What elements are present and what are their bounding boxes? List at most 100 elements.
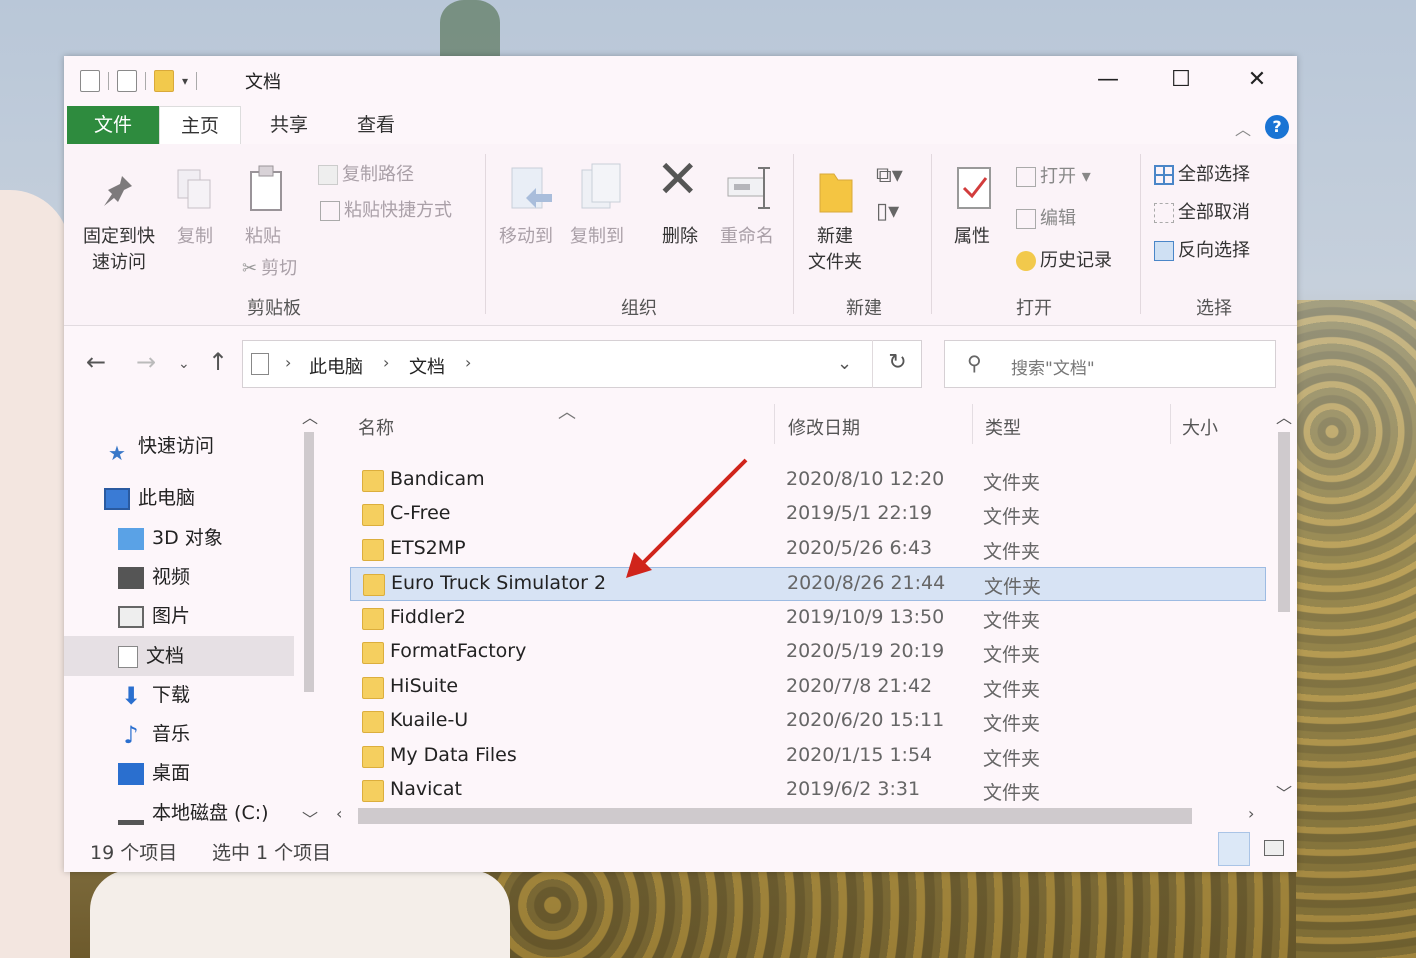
tab-view[interactable]: 查看	[336, 106, 416, 144]
column-header-type[interactable]: 类型	[985, 414, 1021, 440]
file-row-selected[interactable]: Euro Truck Simulator 2 2020/8/26 21:44 文件夹	[350, 567, 1266, 601]
copy-to-button[interactable]: 复制到	[564, 224, 630, 250]
scroll-up-icon[interactable]: ︿	[1276, 404, 1292, 428]
nav-quick-access[interactable]: ★ 快速访问	[108, 429, 214, 465]
nav-3d-objects[interactable]: 3D 对象	[118, 521, 223, 555]
column-separator[interactable]	[774, 404, 775, 444]
address-bar[interactable]: › 此电脑 › 文档 › ⌄	[242, 340, 922, 388]
column-header-date-modified[interactable]: 修改日期	[788, 414, 860, 440]
breadcrumb-chevron-icon[interactable]: ›	[465, 353, 471, 372]
search-box[interactable]: ⚲ 搜索"文档"	[944, 340, 1276, 388]
nav-music[interactable]: ♪ 音乐	[118, 717, 190, 751]
qa-separator	[196, 72, 198, 90]
column-separator[interactable]	[1170, 404, 1171, 444]
breadcrumb-chevron-icon[interactable]: ›	[383, 353, 389, 372]
tab-home[interactable]: 主页	[159, 106, 241, 144]
file-row[interactable]: C-Free 2019/5/1 22:19 文件夹	[350, 498, 1266, 532]
nav-downloads-label: 下载	[152, 684, 191, 706]
new-folder-button[interactable]: 新建 文件夹	[800, 224, 870, 276]
file-name: FormatFactory	[390, 640, 527, 662]
large-icons-view-button[interactable]	[1258, 832, 1290, 866]
copy-path-button[interactable]: 复制路径	[318, 162, 414, 188]
scroll-up-icon[interactable]: ︿	[302, 404, 318, 428]
background-flowers-right	[1296, 300, 1416, 958]
rename-button[interactable]: 重命名	[714, 224, 780, 250]
file-row[interactable]: Bandicam 2020/8/10 12:20 文件夹	[350, 464, 1266, 498]
edit-label: 编辑	[1040, 208, 1076, 229]
file-type: 文件夹	[983, 679, 1041, 701]
properties-button[interactable]: 属性	[942, 224, 1002, 250]
easy-access-icon[interactable]: ▯▾	[876, 196, 899, 228]
file-row[interactable]: ETS2MP 2020/5/26 6:43 文件夹	[350, 533, 1266, 567]
copy-button[interactable]: 复制	[170, 224, 220, 250]
file-date: 2020/7/8 21:42	[786, 675, 933, 697]
open-button[interactable]: 打开 ▾	[1016, 164, 1091, 190]
scroll-down-icon[interactable]: ﹀	[302, 806, 318, 830]
column-separator[interactable]	[972, 404, 973, 444]
address-dropdown-icon[interactable]: ⌄	[837, 353, 852, 374]
back-button[interactable]: ←	[86, 348, 106, 376]
nav-documents[interactable]: 文档	[118, 639, 184, 673]
column-header-name[interactable]: 名称	[358, 414, 394, 440]
file-list-horizontal-scrollbar[interactable]: ‹ ›	[330, 804, 1268, 828]
new-item-icon[interactable]: ⧉▾	[876, 160, 903, 192]
close-button[interactable]: ✕	[1234, 64, 1280, 96]
nav-videos[interactable]: 视频	[118, 560, 190, 594]
file-list-vertical-scrollbar[interactable]: ︿ ﹀	[1272, 402, 1296, 804]
file-row[interactable]: My Data Files 2020/1/15 1:54 文件夹	[350, 740, 1266, 774]
nav-this-pc-label: 此电脑	[138, 487, 196, 509]
checkbox-quick-icon[interactable]	[117, 70, 137, 92]
refresh-button[interactable]: ↻	[872, 340, 922, 388]
select-group-label: 选择	[1196, 298, 1232, 319]
new-folder-quick-icon[interactable]	[154, 70, 174, 92]
pin-to-quick-access-button[interactable]: 固定到快 速访问	[74, 224, 164, 276]
file-date: 2020/1/15 1:54	[786, 744, 933, 766]
minimize-button[interactable]: —	[1085, 64, 1131, 96]
maximize-button[interactable]: ☐	[1158, 64, 1204, 96]
nav-pane-scrollbar[interactable]: ︿ ﹀	[298, 402, 320, 832]
breadcrumb-documents[interactable]: 文档	[409, 353, 445, 379]
edit-button[interactable]: 编辑	[1016, 206, 1076, 232]
tab-file[interactable]: 文件	[67, 106, 159, 144]
customize-dropdown-icon[interactable]: ▾	[182, 74, 188, 88]
recent-locations-chevron-icon[interactable]: ⌄	[178, 356, 190, 372]
folder-icon	[362, 642, 384, 664]
up-button[interactable]: ↑	[208, 348, 228, 376]
nav-scroll-thumb[interactable]	[304, 432, 314, 692]
vertical-scroll-thumb[interactable]	[1278, 432, 1290, 612]
file-row[interactable]: Navicat 2019/6/2 3:31 文件夹	[350, 774, 1266, 808]
ribbon-collapse-icon[interactable]: ︿	[1235, 116, 1251, 140]
history-button[interactable]: 历史记录	[1016, 248, 1112, 274]
nav-desktop[interactable]: 桌面	[118, 756, 190, 790]
scroll-left-icon[interactable]: ‹	[336, 804, 342, 823]
select-none-button[interactable]: 全部取消	[1154, 200, 1250, 226]
file-row[interactable]: Fiddler2 2019/10/9 13:50 文件夹	[350, 602, 1266, 636]
file-type: 文件夹	[983, 472, 1041, 494]
select-all-button[interactable]: 全部选择	[1154, 162, 1250, 188]
ribbon-separator	[1140, 154, 1141, 314]
horizontal-scroll-thumb[interactable]	[358, 808, 1192, 824]
nav-downloads[interactable]: ⬇ 下载	[118, 678, 190, 712]
paste-button[interactable]: 粘贴	[238, 224, 288, 250]
paste-shortcut-button[interactable]: 粘贴快捷方式	[320, 198, 452, 224]
scroll-right-icon[interactable]: ›	[1248, 804, 1254, 823]
breadcrumb-this-pc[interactable]: 此电脑	[309, 353, 363, 379]
nav-pictures[interactable]: 图片	[118, 599, 190, 633]
tab-share[interactable]: 共享	[249, 106, 329, 144]
column-header-size[interactable]: 大小	[1182, 414, 1218, 440]
invert-selection-button[interactable]: 反向选择	[1154, 238, 1250, 264]
file-row[interactable]: HiSuite 2020/7/8 21:42 文件夹	[350, 671, 1266, 705]
nav-this-pc[interactable]: 此电脑	[104, 481, 195, 515]
delete-button[interactable]: 删除	[652, 224, 708, 250]
move-to-button[interactable]: 移动到	[496, 224, 556, 250]
scroll-down-icon[interactable]: ﹀	[1276, 780, 1292, 804]
help-icon[interactable]: ?	[1265, 115, 1289, 139]
file-row[interactable]: FormatFactory 2020/5/19 20:19 文件夹	[350, 636, 1266, 670]
forward-button[interactable]: →	[136, 348, 156, 376]
file-row[interactable]: Kuaile-U 2020/6/20 15:11 文件夹	[350, 705, 1266, 739]
properties-quick-icon[interactable]	[80, 70, 100, 92]
breadcrumb-chevron-icon[interactable]: ›	[285, 353, 291, 372]
details-view-button[interactable]	[1218, 832, 1250, 866]
cut-button[interactable]: ✂ 剪切	[242, 256, 297, 282]
nav-local-disk-c[interactable]: 本地磁盘 (C:)	[118, 796, 269, 830]
